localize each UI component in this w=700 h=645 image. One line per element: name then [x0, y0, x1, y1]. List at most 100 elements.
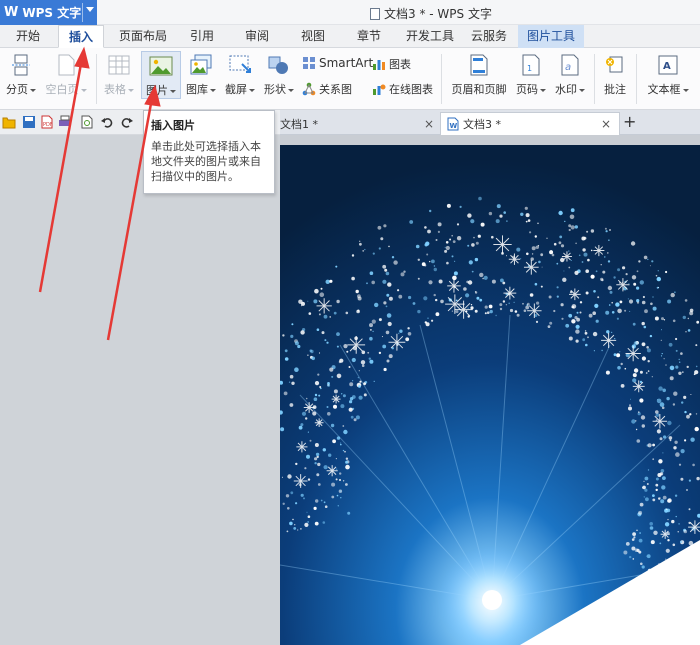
- open-folder-icon[interactable]: [2, 115, 16, 129]
- sparkle-dot: [570, 208, 575, 213]
- sparkle-dot: [608, 239, 610, 241]
- sparkle-dot: [575, 339, 579, 343]
- table-button[interactable]: 表格: [100, 54, 138, 97]
- title-bar: W WPS 文字 文档3 * - WPS 文字: [0, 0, 700, 25]
- sparkle-dot: [316, 473, 320, 477]
- sparkle-dot: [300, 528, 302, 530]
- sparkle-dot: [663, 435, 667, 439]
- sparkle-dot: [661, 485, 666, 490]
- sparkle-dot: [505, 304, 508, 306]
- sparkle-dot: [595, 304, 597, 306]
- sparkle-dot: [341, 393, 343, 395]
- close-icon[interactable]: ×: [601, 117, 611, 131]
- sparkle-dot: [638, 260, 641, 263]
- screenshot-icon: [228, 54, 252, 76]
- undo-icon[interactable]: [100, 115, 114, 129]
- sparkle-dot: [568, 336, 573, 341]
- app-menu-button[interactable]: W WPS 文字: [0, 0, 97, 25]
- tooltip-body: 单击此处可选择插入本 地文件夹的图片或来自 扫描仪中的图片。: [151, 139, 267, 184]
- sparkle-dot: [651, 260, 654, 263]
- sparkle-dot: [695, 365, 698, 368]
- snowflake-icon: [503, 286, 517, 300]
- comment-button[interactable]: 批注: [600, 54, 630, 97]
- blank-page-button[interactable]: 空白页: [44, 54, 88, 97]
- document-tab[interactable]: 文档1 * ×: [280, 112, 434, 135]
- inserted-snowflake-image[interactable]: [280, 145, 700, 645]
- page-number-button[interactable]: 1 页码: [513, 54, 549, 97]
- sparkle-dot: [585, 343, 588, 347]
- sparkle-dot: [372, 330, 374, 333]
- sparkle-dot: [620, 384, 625, 388]
- tab-home[interactable]: 开始: [4, 25, 52, 48]
- gallery-button[interactable]: 图库: [183, 54, 219, 97]
- sparkle-dot: [675, 452, 680, 457]
- tab-review[interactable]: 审阅: [236, 25, 278, 48]
- sparkle-dot: [313, 397, 318, 401]
- sparkle-dot: [446, 203, 451, 208]
- sparkle-dot: [405, 337, 410, 342]
- print-preview-icon[interactable]: [80, 115, 94, 129]
- shapes-button[interactable]: 形状: [261, 54, 297, 97]
- sparkle-dot: [347, 511, 351, 515]
- tab-picture-tools[interactable]: 图片工具: [518, 25, 584, 48]
- chart-button[interactable]: 图表: [372, 56, 411, 72]
- sparkle-dot: [560, 303, 564, 307]
- sparkle-dot: [549, 321, 553, 325]
- tab-developer[interactable]: 开发工具: [400, 25, 460, 48]
- sparkle-dot: [336, 436, 341, 440]
- sparkle-dot: [474, 309, 478, 313]
- sparkle-dot: [284, 357, 289, 361]
- app-menu-dropdown-icon[interactable]: [86, 7, 94, 12]
- new-tab-button[interactable]: +: [623, 112, 636, 131]
- sparkle-dot: [670, 292, 675, 298]
- sparkle-dot: [660, 469, 665, 473]
- document-page[interactable]: [280, 145, 700, 645]
- header-footer-button[interactable]: 页眉和页脚: [447, 54, 511, 97]
- sparkle-dot: [537, 245, 540, 247]
- sparkle-dot: [499, 303, 503, 307]
- document-tab-active[interactable]: W 文档3 * ×: [440, 112, 620, 135]
- tab-insert[interactable]: 插入: [58, 25, 104, 48]
- sparkle-dot: [290, 491, 294, 495]
- sparkle-dot: [581, 261, 584, 263]
- tab-cloud-services[interactable]: 云服务: [464, 25, 514, 48]
- insert-picture-button[interactable]: 图片: [141, 51, 181, 99]
- relation-chart-button[interactable]: 关系图: [302, 81, 352, 97]
- sparkle-dot: [582, 338, 586, 342]
- sparkle-dot: [663, 358, 665, 360]
- sparkle-dot: [407, 327, 410, 330]
- print-icon[interactable]: [58, 115, 72, 129]
- sparkle-dot: [349, 400, 353, 404]
- watermark-button[interactable]: a 水印: [552, 54, 588, 97]
- textbox-button[interactable]: A 文本框: [641, 54, 695, 97]
- sparkle-dot: [470, 304, 473, 306]
- sparkle-dot: [514, 310, 518, 313]
- tab-section[interactable]: 章节: [348, 25, 390, 48]
- sparkle-dot: [633, 368, 639, 373]
- tab-view[interactable]: 视图: [292, 25, 334, 48]
- page-break-button[interactable]: 分页: [4, 54, 38, 97]
- export-pdf-icon[interactable]: PDF: [40, 115, 54, 129]
- sparkle-dot: [327, 383, 331, 387]
- sparkle-dot: [300, 330, 305, 335]
- close-icon[interactable]: ×: [424, 117, 434, 131]
- sparkle-dot: [688, 508, 691, 511]
- sparkle-dot: [579, 311, 582, 314]
- sparkle-dot: [424, 264, 427, 267]
- sparkle-dot: [428, 280, 433, 285]
- sparkle-dot: [330, 423, 335, 428]
- wps-logo-icon: W: [4, 5, 19, 20]
- sparkle-dot: [634, 548, 639, 552]
- online-chart-button[interactable]: 在线图表: [372, 81, 433, 97]
- tab-references[interactable]: 引用: [182, 25, 222, 48]
- tab-page-layout[interactable]: 页面布局: [112, 25, 174, 48]
- group-divider: [636, 54, 637, 104]
- save-icon[interactable]: [22, 115, 36, 129]
- app-name: WPS 文字: [22, 6, 82, 20]
- sparkle-dot: [658, 386, 663, 391]
- screenshot-button[interactable]: 截屏: [222, 54, 258, 97]
- smartart-button[interactable]: SmartArt: [302, 56, 373, 70]
- sparkle-dot: [342, 425, 345, 427]
- redo-icon[interactable]: [120, 115, 134, 129]
- ribbon-tab-row: 开始 插入 页面布局 引用 审阅 视图 章节 开发工具 云服务 图片工具: [0, 25, 700, 48]
